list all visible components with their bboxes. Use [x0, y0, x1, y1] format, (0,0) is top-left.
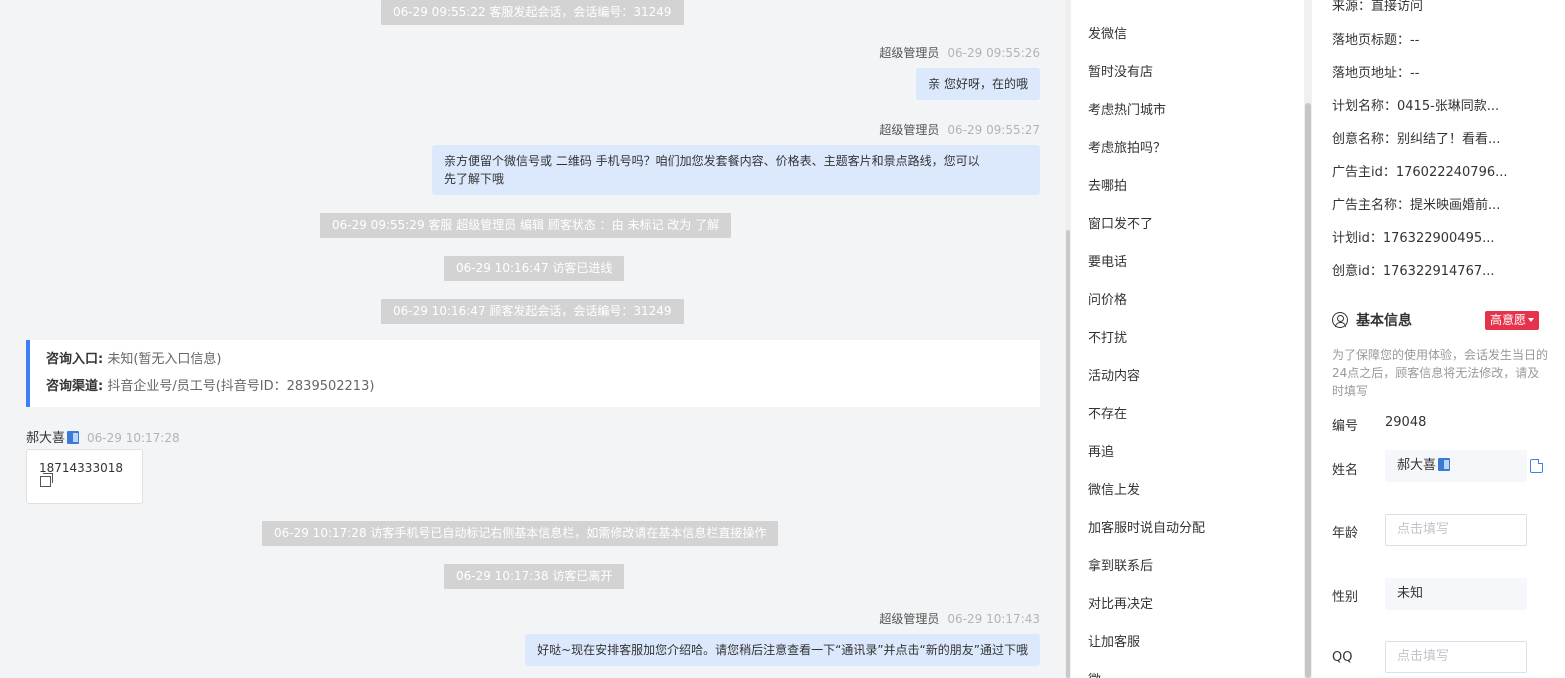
bubble-line: 亲方便留个微信号或 二维码 手机号吗？咱们加您发套餐内容、价格表、主题客片和景点…: [444, 154, 980, 168]
basic-info-label: 基本信息: [1356, 313, 1412, 329]
channel-label: 咨询渠道:: [46, 379, 104, 394]
tag-item[interactable]: 发微信: [1088, 23, 1127, 42]
agent-message-bubble: 亲方便留个微信号或 二维码 手机号吗？咱们加您发套餐内容、价格表、主题客片和景点…: [432, 145, 1040, 195]
message-time: 06-29 10:17:43: [947, 612, 1040, 626]
system-message: 06-29 10:16:47 访客已进线: [444, 256, 625, 281]
tag-item[interactable]: 加客服时说自动分配: [1088, 517, 1205, 536]
visitor-meta: 郝大喜 06-29 10:17:28: [26, 427, 180, 446]
tag-item[interactable]: 考虑热门城市: [1088, 99, 1166, 118]
message-meta: 超级管理员 06-29 09:55:26: [879, 44, 1040, 61]
system-message: 06-29 10:17:28 访客手机号已自动标记右侧基本信息栏，如需修改请在基…: [262, 521, 779, 546]
system-message: 06-29 10:17:38 访客已离开: [444, 564, 625, 589]
tag-item[interactable]: 暂时没有店: [1088, 61, 1153, 80]
tag-item[interactable]: 不存在: [1088, 403, 1127, 422]
bubble-line: 先了解下哦: [444, 172, 505, 186]
copy-icon[interactable]: [40, 473, 53, 487]
tag-item[interactable]: 微: [1088, 669, 1101, 678]
tag-item[interactable]: 问价格: [1088, 289, 1127, 308]
entry-label: 咨询入口:: [46, 352, 104, 367]
agent-message-bubble: 好哒~现在安排客服加您介绍哈。请您稍后注意查看一下“通讯录”并点击“新的朋友”通…: [525, 634, 1040, 666]
message-time: 06-29 09:55:26: [947, 46, 1040, 60]
tag-item[interactable]: 不打扰: [1088, 327, 1127, 346]
name-value: 郝大喜: [1397, 458, 1437, 473]
intent-badge[interactable]: 高意愿: [1485, 311, 1540, 330]
app-root: 06-29 09:55:22 客服发起会话，会话编号：31249 超级管理员 06…: [0, 0, 1565, 678]
tag-item[interactable]: 让加客服: [1088, 631, 1140, 650]
sender-name: 超级管理员: [879, 46, 940, 60]
consult-channel-row: 咨询渠道: 抖音企业号/员工号(抖音号ID：2839502213): [46, 376, 1024, 403]
qq-input[interactable]: 点击填写: [1385, 641, 1527, 673]
name-field[interactable]: 郝大喜: [1385, 450, 1527, 482]
consult-entry-card: 咨询入口: 未知(暂无入口信息) 咨询渠道: 抖音企业号/员工号(抖音号ID：2…: [26, 340, 1040, 407]
chat-pane: 06-29 09:55:22 客服发起会话，会话编号：31249 超级管理员 06…: [0, 0, 1065, 678]
tag-item[interactable]: 考虑旅拍吗？: [1088, 137, 1166, 156]
tag-item[interactable]: 拿到联系后: [1088, 555, 1153, 574]
gender-label: 性别: [1332, 590, 1359, 605]
system-message: 06-29 09:55:22 客服发起会话，会话编号：31249: [381, 0, 684, 25]
consult-entry-row: 咨询入口: 未知(暂无入口信息): [46, 349, 1024, 376]
landing-page-title: 落地页标题：--: [1332, 33, 1420, 48]
copy-document-icon[interactable]: [1530, 459, 1543, 473]
tag-item[interactable]: 活动内容: [1088, 365, 1140, 384]
creative-name: 创意名称：别纠结了！看看...: [1332, 132, 1501, 147]
age-input[interactable]: 点击填写: [1385, 514, 1527, 546]
intent-badge-label: 高意愿: [1490, 313, 1527, 327]
agent-message-bubble: 亲 您好呀，在的哦: [916, 68, 1040, 100]
user-circle-icon: [1332, 312, 1348, 328]
name-label: 姓名: [1332, 463, 1359, 478]
visitor-name: 郝大喜: [26, 431, 66, 446]
message-time: 06-29 09:55:27: [947, 123, 1040, 137]
system-message: 06-29 09:55:29 客服 超级管理员 编辑 顾客状态 ：由 未标记 改…: [320, 213, 732, 238]
entry-value: 未知(暂无入口信息): [103, 352, 222, 367]
tag-item[interactable]: 窗口发不了: [1088, 213, 1153, 232]
plan-id: 计划id：176322900495...: [1332, 231, 1495, 246]
qq-label: QQ: [1332, 650, 1353, 665]
platform-icon: [1438, 458, 1451, 471]
customer-info-panel: 来源：直接访问 落地页标题：-- 落地页地址：-- 计划名称：0415-张琳同款…: [1312, 0, 1565, 678]
quick-reply-tags: 发微信 暂时没有店 考虑热门城市 考虑旅拍吗？ 去哪拍 窗口发不了 要电话 问价…: [1071, 0, 1304, 678]
tags-scrollbar-thumb[interactable]: [1305, 103, 1311, 678]
system-message: 06-29 10:16:47 顾客发起会话，会话编号：31249: [381, 299, 684, 324]
chat-scrollbar-thumb[interactable]: [1066, 230, 1070, 678]
platform-icon: [67, 431, 80, 444]
id-value: 29048: [1385, 415, 1427, 430]
message-time: 06-29 10:17:28: [87, 431, 180, 445]
tag-item[interactable]: 要电话: [1088, 251, 1127, 270]
gender-select[interactable]: 未知: [1385, 578, 1527, 610]
channel-value: 抖音企业号/员工号(抖音号ID：2839502213): [103, 379, 375, 394]
sender-name: 超级管理员: [879, 612, 940, 626]
caret-down-icon: [1528, 318, 1535, 322]
advertiser-name: 广告主名称：提米映画婚前...: [1332, 198, 1501, 213]
message-meta: 超级管理员 06-29 09:55:27: [879, 121, 1040, 138]
basic-info-title: 基本信息: [1332, 310, 1412, 330]
id-label: 编号: [1332, 419, 1359, 434]
tag-item[interactable]: 去哪拍: [1088, 175, 1127, 194]
tag-item[interactable]: 对比再决定: [1088, 593, 1153, 612]
sender-name: 超级管理员: [879, 123, 940, 137]
creative-id: 创意id：176322914767...: [1332, 264, 1495, 279]
edit-notice: 为了保障您的使用体验，会话发生当日的24点之后，顾客信息将无法修改，请及时填写: [1332, 348, 1549, 398]
source-info: 来源：直接访问: [1332, 0, 1424, 14]
plan-name: 计划名称：0415-张琳同款...: [1332, 99, 1500, 114]
visitor-phone-card: 18714333018: [26, 449, 143, 504]
tag-item[interactable]: 再追: [1088, 441, 1114, 460]
landing-page-url: 落地页地址：--: [1332, 66, 1420, 81]
message-meta: 超级管理员 06-29 10:17:43: [879, 610, 1040, 627]
advertiser-id: 广告主id：176022240796...: [1332, 165, 1508, 180]
age-label: 年龄: [1332, 526, 1359, 541]
tag-item[interactable]: 微信上发: [1088, 479, 1140, 498]
